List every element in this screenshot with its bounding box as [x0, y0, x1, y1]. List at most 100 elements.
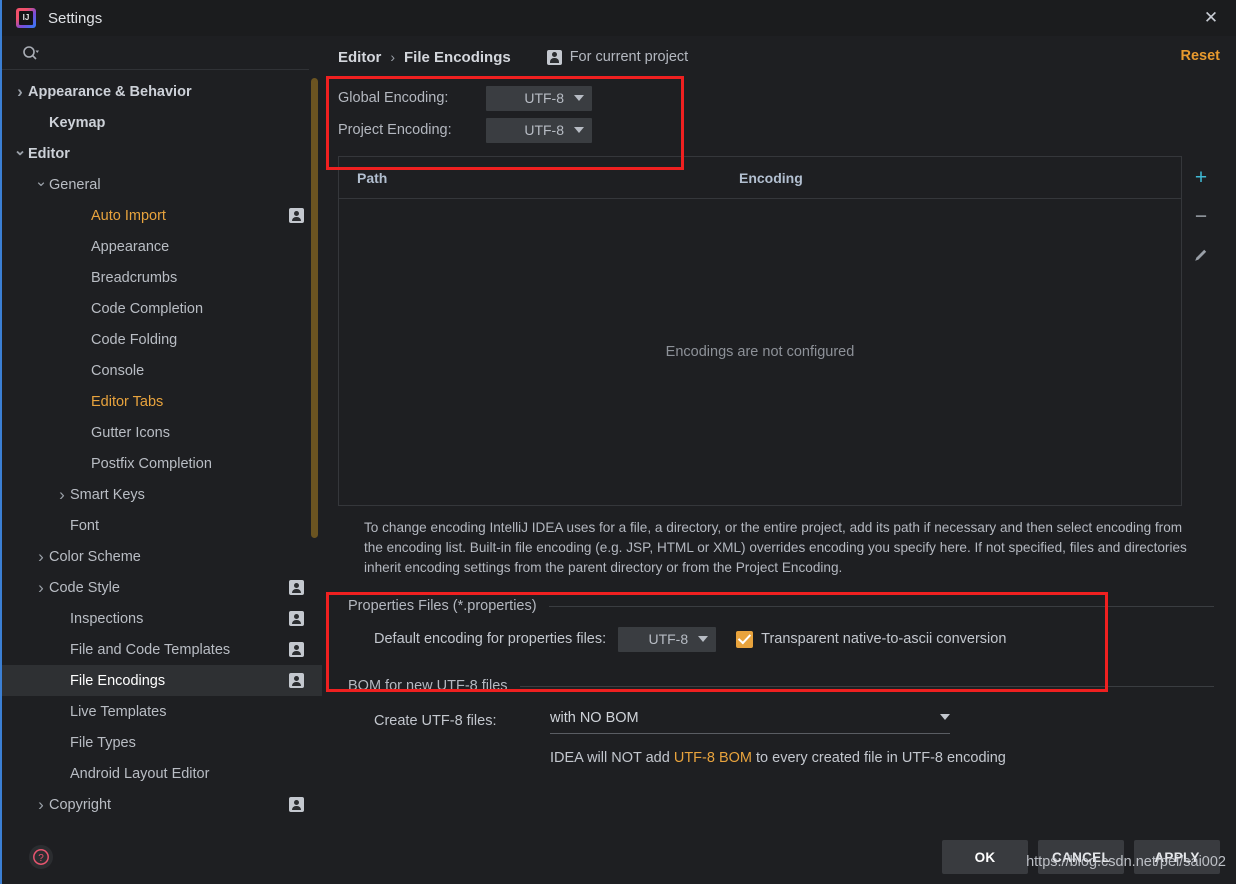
- column-header-encoding[interactable]: Encoding: [739, 170, 803, 186]
- chevron-down-icon: [698, 636, 709, 642]
- sidebar-item-keymap[interactable]: Keymap: [2, 107, 322, 138]
- sidebar-item-postfix-completion[interactable]: Postfix Completion: [2, 448, 322, 479]
- search-icon: [22, 45, 40, 61]
- native-to-ascii-checkbox[interactable]: [736, 630, 754, 648]
- sidebar-item-label: File and Code Templates: [70, 641, 231, 658]
- add-icon[interactable]: +: [1190, 166, 1212, 188]
- project-encoding-dropdown[interactable]: UTF-8: [486, 117, 592, 143]
- native-to-ascii-checkbox-row[interactable]: Transparent native-to-ascii conversion: [736, 630, 1006, 648]
- edit-pencil-icon[interactable]: [1190, 244, 1212, 266]
- breadcrumb-separator-icon: ›: [390, 49, 396, 65]
- bom-section: BOM for new UTF-8 files Create UTF-8 fil…: [338, 676, 1220, 766]
- table-toolbar: + −: [1182, 156, 1220, 506]
- sidebar-item-label: General: [49, 176, 101, 193]
- chevron-down-icon[interactable]: [12, 146, 28, 161]
- sidebar-item-label: Color Scheme: [49, 548, 141, 565]
- chevron-right-icon[interactable]: [54, 486, 70, 503]
- encodings-table-area: Path Encoding Encodings are not configur…: [338, 156, 1220, 506]
- sidebar-item-label: Inspections: [70, 610, 144, 627]
- create-utf8-dropdown[interactable]: with NO BOM: [550, 710, 950, 734]
- sidebar-item-editor[interactable]: Editor: [2, 138, 322, 169]
- window-title: Settings: [48, 9, 103, 27]
- sidebar-item-appearance-behavior[interactable]: Appearance & Behavior: [2, 76, 322, 107]
- bom-note-suffix: to every created file in UTF-8 encoding: [751, 750, 1006, 766]
- properties-files-section: Properties Files (*.properties) Default …: [338, 596, 1220, 658]
- sidebar-item-label: Copyright: [49, 796, 112, 813]
- sidebar-item-file-types[interactable]: File Types: [2, 727, 322, 758]
- table-header-row: Path Encoding: [339, 157, 1181, 199]
- encodings-table: Path Encoding Encodings are not configur…: [338, 156, 1182, 506]
- close-icon[interactable]: ✕: [1186, 0, 1236, 36]
- sidebar-item-breadcrumbs[interactable]: Breadcrumbs: [2, 262, 322, 293]
- chevron-right-icon[interactable]: [33, 796, 49, 813]
- sidebar-item-smart-keys[interactable]: Smart Keys: [2, 479, 322, 510]
- sidebar-item-auto-import[interactable]: Auto Import: [2, 200, 322, 231]
- page-title: File Encodings: [404, 48, 511, 66]
- bom-note: IDEA will NOT add UTF-8 BOM to every cre…: [348, 750, 1220, 766]
- settings-sidebar: Appearance & Behavior Keymap Editor General…: [2, 36, 322, 884]
- sidebar-item-console[interactable]: Console: [2, 355, 322, 386]
- help-question-icon[interactable]: ?: [29, 845, 53, 869]
- ok-button[interactable]: OK: [942, 840, 1028, 874]
- sidebar-item-label: Auto Import: [91, 207, 166, 224]
- search-row[interactable]: [2, 36, 309, 70]
- properties-encoding-dropdown[interactable]: UTF-8: [618, 626, 717, 652]
- create-utf8-label: Create UTF-8 files:: [374, 713, 497, 729]
- chevron-down-icon[interactable]: [33, 177, 49, 192]
- sidebar-item-inspections[interactable]: Inspections: [2, 603, 322, 634]
- apply-button[interactable]: APPLY: [1134, 840, 1220, 874]
- sidebar-item-color-scheme[interactable]: Color Scheme: [2, 541, 322, 572]
- sidebar-item-code-completion[interactable]: Code Completion: [2, 293, 322, 324]
- scope-badge: For current project: [546, 49, 689, 65]
- bom-note-prefix: IDEA will NOT add: [550, 750, 674, 766]
- project-scope-icon: [289, 673, 304, 688]
- sidebar-item-label: File Types: [70, 734, 136, 751]
- remove-icon[interactable]: −: [1190, 205, 1212, 227]
- properties-encoding-value: UTF-8: [648, 631, 689, 647]
- sidebar-scrollbar[interactable]: [311, 78, 318, 538]
- chevron-right-icon[interactable]: [33, 579, 49, 596]
- sidebar-item-file-and-code-templates[interactable]: File and Code Templates: [2, 634, 322, 665]
- bom-title: BOM for new UTF-8 files: [348, 678, 508, 694]
- sidebar-item-label: Appearance & Behavior: [28, 83, 192, 100]
- global-encoding-dropdown[interactable]: UTF-8: [486, 85, 592, 111]
- sidebar-item-live-templates[interactable]: Live Templates: [2, 696, 322, 727]
- global-encoding-label: Global Encoding:: [338, 90, 449, 106]
- breadcrumb-parent[interactable]: Editor: [338, 49, 381, 66]
- remove-glyph: −: [1194, 204, 1208, 228]
- sidebar-item-label: Code Style: [49, 579, 120, 596]
- scope-label: For current project: [569, 49, 689, 65]
- sidebar-item-label: Console: [91, 362, 145, 379]
- sidebar-item-label: Live Templates: [70, 703, 167, 720]
- sidebar-item-general[interactable]: General: [2, 169, 322, 200]
- project-encoding-label: Project Encoding:: [338, 122, 452, 138]
- sidebar-item-copyright[interactable]: Copyright: [2, 789, 322, 820]
- project-scope-icon: [289, 208, 304, 223]
- properties-files-title-row: Properties Files (*.properties): [348, 596, 1220, 616]
- chevron-down-icon: [940, 714, 950, 720]
- sidebar-item-label: Gutter Icons: [91, 424, 170, 441]
- sidebar-item-file-encodings[interactable]: File Encodings: [2, 665, 322, 696]
- sidebar-item-code-folding[interactable]: Code Folding: [2, 324, 322, 355]
- sidebar-item-gutter-icons[interactable]: Gutter Icons: [2, 417, 322, 448]
- sidebar-item-label: Android Layout Editor: [70, 765, 210, 782]
- chevron-right-icon[interactable]: [12, 83, 28, 100]
- project-scope-icon: [289, 642, 304, 657]
- breadcrumb: Editor › File Encodings For current proj…: [338, 36, 1220, 72]
- sidebar-item-label: Keymap: [49, 114, 106, 131]
- sidebar-item-font[interactable]: Font: [2, 510, 322, 541]
- chevron-right-icon[interactable]: [33, 548, 49, 565]
- column-header-path[interactable]: Path: [339, 170, 739, 186]
- sidebar-item-code-style[interactable]: Code Style: [2, 572, 322, 603]
- sidebar-item-label: Code Folding: [91, 331, 178, 348]
- table-empty-message: Encodings are not configured: [665, 344, 855, 360]
- sidebar-item-appearance[interactable]: Appearance: [2, 231, 322, 262]
- settings-content: Editor › File Encodings For current proj…: [322, 36, 1236, 884]
- properties-encoding-label: Default encoding for properties files:: [374, 631, 607, 647]
- cancel-button[interactable]: CANCEL: [1038, 840, 1124, 874]
- section-divider: [548, 605, 1214, 607]
- sidebar-item-android-layout-editor[interactable]: Android Layout Editor: [2, 758, 322, 789]
- sidebar-item-editor-tabs[interactable]: Editor Tabs: [2, 386, 322, 417]
- reset-button[interactable]: Reset: [1181, 48, 1221, 64]
- chevron-down-icon: [574, 95, 584, 101]
